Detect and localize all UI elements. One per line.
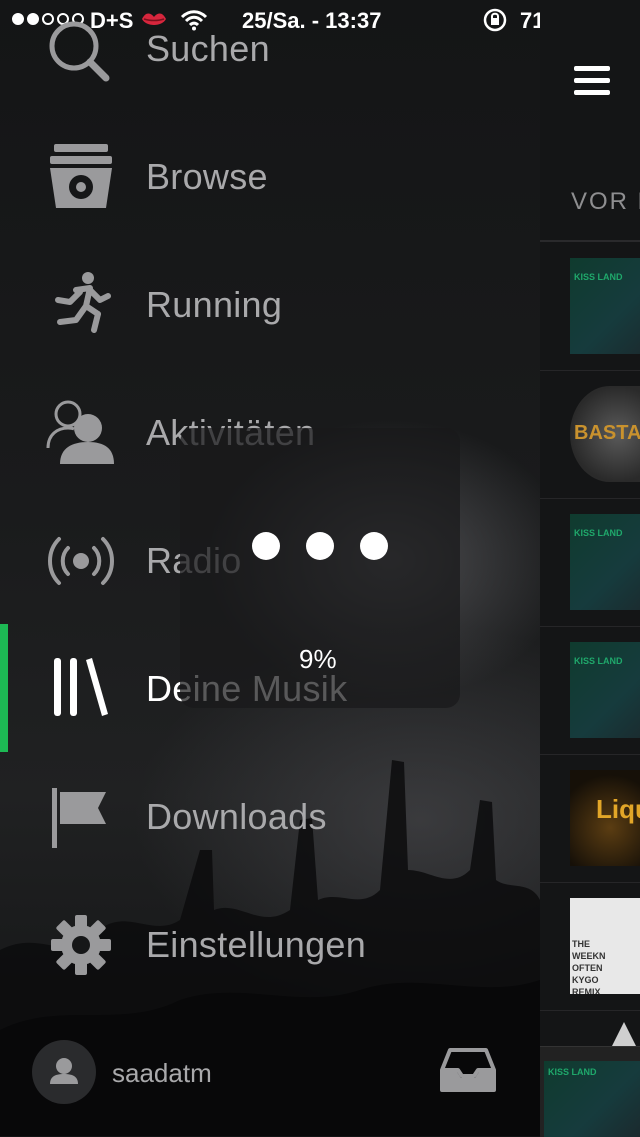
browse-icon <box>50 144 112 208</box>
menu-label: Einstellungen <box>146 924 367 965</box>
avatar[interactable] <box>32 1040 96 1104</box>
hamburger-line <box>574 90 610 95</box>
album-art-title: KISS LAND <box>574 528 623 538</box>
album-art: Liqu <box>570 770 640 866</box>
running-icon <box>55 272 111 333</box>
album-art-title: KISS LAND <box>574 272 623 282</box>
section-heading: VOR K <box>571 188 640 215</box>
username[interactable]: saadatm <box>112 1058 212 1089</box>
hamburger-line <box>574 66 610 71</box>
library-icon <box>54 658 108 716</box>
menu-label: Suchen <box>146 28 270 69</box>
loading-dot <box>306 532 334 560</box>
album-art-title: THE WEEKN OFTEN KYGO REMIX <box>572 939 606 994</box>
album-art: KISS LAND <box>544 1061 640 1137</box>
activity-icon <box>46 400 114 464</box>
mini-player[interactable]: KISS LAND <box>540 1046 640 1137</box>
album-art: KISS LAND <box>570 642 640 738</box>
menu-label: Running <box>146 284 283 325</box>
flag-icon <box>52 788 106 848</box>
album-art: KISS LAND <box>570 258 640 354</box>
album-art-title: BASTA <box>574 422 640 444</box>
album-art-title: Liqu <box>596 794 640 824</box>
menu-item-einstellungen[interactable]: Einstellungen <box>0 880 540 1008</box>
album-row[interactable]: Liqu <box>540 754 640 883</box>
menu-item-downloads[interactable]: Downloads <box>0 752 540 880</box>
hamburger-icon[interactable] <box>574 66 610 98</box>
scroll-up-arrow-icon[interactable] <box>612 1022 636 1046</box>
album-row[interactable]: KISS LAND <box>540 498 640 627</box>
album-art: THE WEEKN OFTEN KYGO REMIX <box>570 898 640 994</box>
radio-icon <box>48 537 114 585</box>
album-row[interactable]: KISS LAND <box>540 626 640 755</box>
album-art-title: KISS LAND <box>574 656 623 666</box>
menu-item-running[interactable]: Running <box>0 240 540 368</box>
gear-icon <box>51 915 111 975</box>
album-art: BASTA <box>570 386 640 482</box>
loading-progress: 9% <box>299 644 337 674</box>
hamburger-line <box>574 78 610 83</box>
album-row[interactable]: THE WEEKN OFTEN KYGO REMIX <box>540 882 640 1011</box>
menu-item-suchen[interactable]: Suchen <box>0 0 540 112</box>
inbox-icon[interactable] <box>440 1046 496 1094</box>
loading-dot <box>360 532 388 560</box>
user-icon <box>50 1058 78 1084</box>
menu-label: Downloads <box>146 796 327 837</box>
menu-label: Browse <box>146 156 268 197</box>
album-row[interactable]: KISS LAND <box>540 242 640 371</box>
album-art-title: KISS LAND <box>548 1067 597 1077</box>
album-art: KISS LAND <box>570 514 640 610</box>
loading-dot <box>252 532 280 560</box>
search-icon <box>49 21 110 82</box>
album-row[interactable]: BASTA <box>540 370 640 499</box>
menu-item-browse[interactable]: Browse <box>0 112 540 240</box>
